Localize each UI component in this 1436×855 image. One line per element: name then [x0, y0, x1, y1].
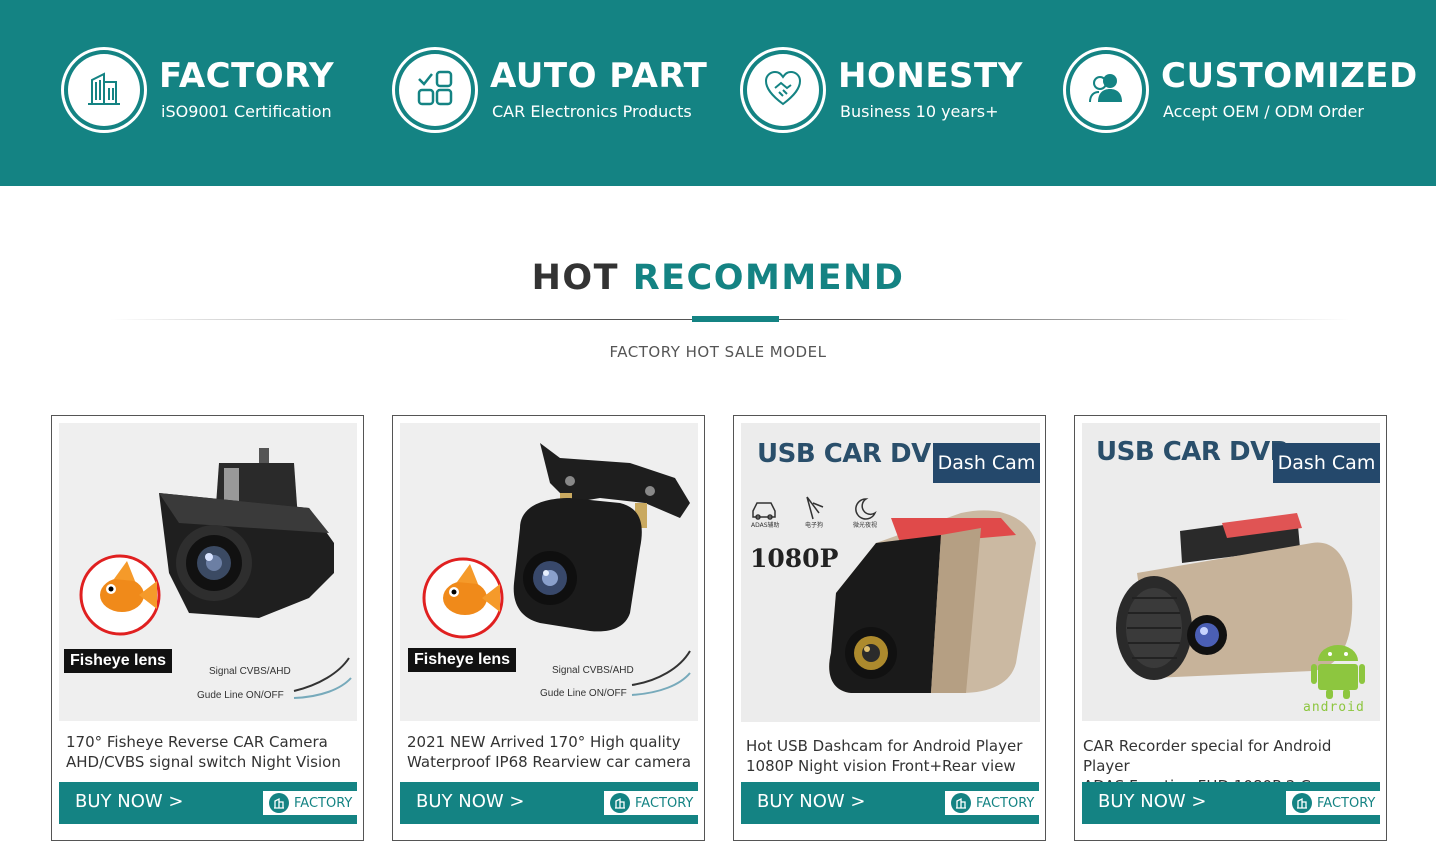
buy-now-button[interactable]: BUY NOW > FACTORY [400, 782, 698, 824]
product-title[interactable]: 170° Fisheye Reverse CAR Camera AHD/CVBS… [66, 732, 356, 772]
building-icon [1292, 793, 1312, 813]
factory-label: FACTORY [294, 795, 353, 811]
section-subtitle: FACTORY HOT SALE MODEL [609, 343, 827, 361]
product-card[interactable]: ADAS辅助 电子狗 微光夜视 1080P USB CAR DVR Dash C… [733, 415, 1046, 841]
feature-honesty-circle [740, 47, 826, 133]
guide-label: Gude Line ON/OFF [540, 688, 627, 699]
feature-factory-circle [61, 47, 147, 133]
fisheye-lens-label: Fisheye lens [408, 648, 517, 672]
buy-now-button[interactable]: BUY NOW > FACTORY [59, 782, 357, 824]
buy-now-label[interactable]: BUY NOW > [1098, 791, 1206, 812]
feature-subtitle: CAR Electronics Products [492, 102, 692, 121]
factory-badge: FACTORY [945, 791, 1039, 815]
product-image[interactable]: Signal CVBS/AHD Gude Line ON/OFF Fisheye… [400, 423, 698, 721]
dvr-headline: USB CAR DVR [757, 439, 951, 469]
building-icon [951, 793, 971, 813]
product-image[interactable]: ADAS辅助 电子狗 微光夜视 1080P USB CAR DVR Dash C… [741, 423, 1040, 722]
dash-cam-badge: Dash Cam [1273, 443, 1380, 483]
dvr-headline: USB CAR DVR [1096, 437, 1290, 467]
signal-label: Signal CVBS/AHD [552, 665, 634, 676]
factory-badge: FACTORY [604, 791, 698, 815]
product-title-line2[interactable]: 1080P Night vision Front+Rear view [746, 756, 1036, 776]
guide-label: Gude Line ON/OFF [197, 690, 284, 701]
feature-title: FACTORY [159, 56, 335, 96]
feature-title: HONESTY [838, 56, 1023, 96]
feature-subtitle: Business 10 years+ [840, 102, 999, 121]
product-card[interactable]: Signal CVBS/AHD Gude Line ON/OFF Fisheye… [392, 415, 705, 841]
feature-auto-part-circle [392, 47, 478, 133]
feature-auto-part: AUTO PART CAR Electronics Products [392, 47, 707, 133]
feature-customized: CUSTOMIZED Accept OEM / ODM Order [1063, 47, 1418, 133]
product-image[interactable]: Signal CVBS/AHD Gude Line ON/OFF Fisheye… [59, 423, 357, 721]
fisheye-lens-label: Fisheye lens [64, 649, 173, 673]
buy-now-label[interactable]: BUY NOW > [416, 791, 524, 812]
product-title-line1[interactable]: 2021 NEW Arrived 170° High quality [407, 732, 697, 752]
feature-title: CUSTOMIZED [1161, 56, 1418, 96]
android-label: android [1303, 700, 1365, 715]
product-title-line1[interactable]: CAR Recorder special for Android Player [1083, 736, 1373, 776]
buy-now-label[interactable]: BUY NOW > [757, 791, 865, 812]
product-image[interactable]: android USB CAR DVR Dash Cam [1082, 423, 1380, 721]
feature-dog-label: 电子狗 [805, 521, 823, 529]
buy-now-button[interactable]: BUY NOW > FACTORY [1082, 782, 1380, 824]
building-icon [610, 793, 630, 813]
product-title[interactable]: 2021 NEW Arrived 170° High quality Water… [407, 732, 697, 772]
features-banner: FACTORY iSO9001 Certification AUTO PART … [0, 0, 1436, 186]
buy-now-label[interactable]: BUY NOW > [75, 791, 183, 812]
product-title-line2[interactable]: AHD/CVBS signal switch Night Vision [66, 752, 356, 772]
product-card[interactable]: Signal CVBS/AHD Gude Line ON/OFF Fisheye… [51, 415, 364, 841]
product-card[interactable]: android USB CAR DVR Dash Cam CAR Recorde… [1074, 415, 1387, 841]
feature-adas-label: ADAS辅助 [751, 521, 780, 529]
section-title-accent: RECOMMEND [632, 258, 905, 298]
product-title[interactable]: Hot USB Dashcam for Android Player 1080P… [746, 736, 1036, 776]
dash-cam-badge: Dash Cam [933, 443, 1040, 483]
feature-night-label: 微光夜视 [853, 521, 877, 529]
feature-customized-circle [1063, 47, 1149, 133]
buy-now-button[interactable]: BUY NOW > FACTORY [741, 782, 1039, 824]
feature-honesty: HONESTY Business 10 years+ [740, 47, 1023, 133]
building-icon [84, 68, 124, 113]
factory-label: FACTORY [976, 795, 1035, 811]
building-icon [269, 793, 289, 813]
factory-label: FACTORY [1317, 795, 1376, 811]
product-title-line2[interactable]: Waterproof IP68 Rearview car camera [407, 752, 697, 772]
feature-title: AUTO PART [490, 56, 708, 96]
factory-badge: FACTORY [263, 791, 357, 815]
product-title-line1[interactable]: Hot USB Dashcam for Android Player [746, 736, 1036, 756]
users-icon [1086, 68, 1126, 113]
factory-label: FACTORY [635, 795, 694, 811]
section-title-dark: HOT [531, 258, 619, 298]
resolution-label: 1080P [750, 544, 839, 573]
feature-subtitle: iSO9001 Certification [161, 102, 332, 121]
product-title-line1[interactable]: 170° Fisheye Reverse CAR Camera [66, 732, 356, 752]
section-divider-accent [692, 316, 779, 322]
handshake-heart-icon [763, 68, 803, 113]
apps-check-icon [415, 68, 455, 113]
signal-label: Signal CVBS/AHD [209, 666, 291, 677]
factory-badge: FACTORY [1286, 791, 1380, 815]
feature-subtitle: Accept OEM / ODM Order [1163, 102, 1364, 121]
section-title: HOT RECOMMEND [0, 258, 1436, 298]
feature-factory: FACTORY iSO9001 Certification [61, 47, 334, 133]
